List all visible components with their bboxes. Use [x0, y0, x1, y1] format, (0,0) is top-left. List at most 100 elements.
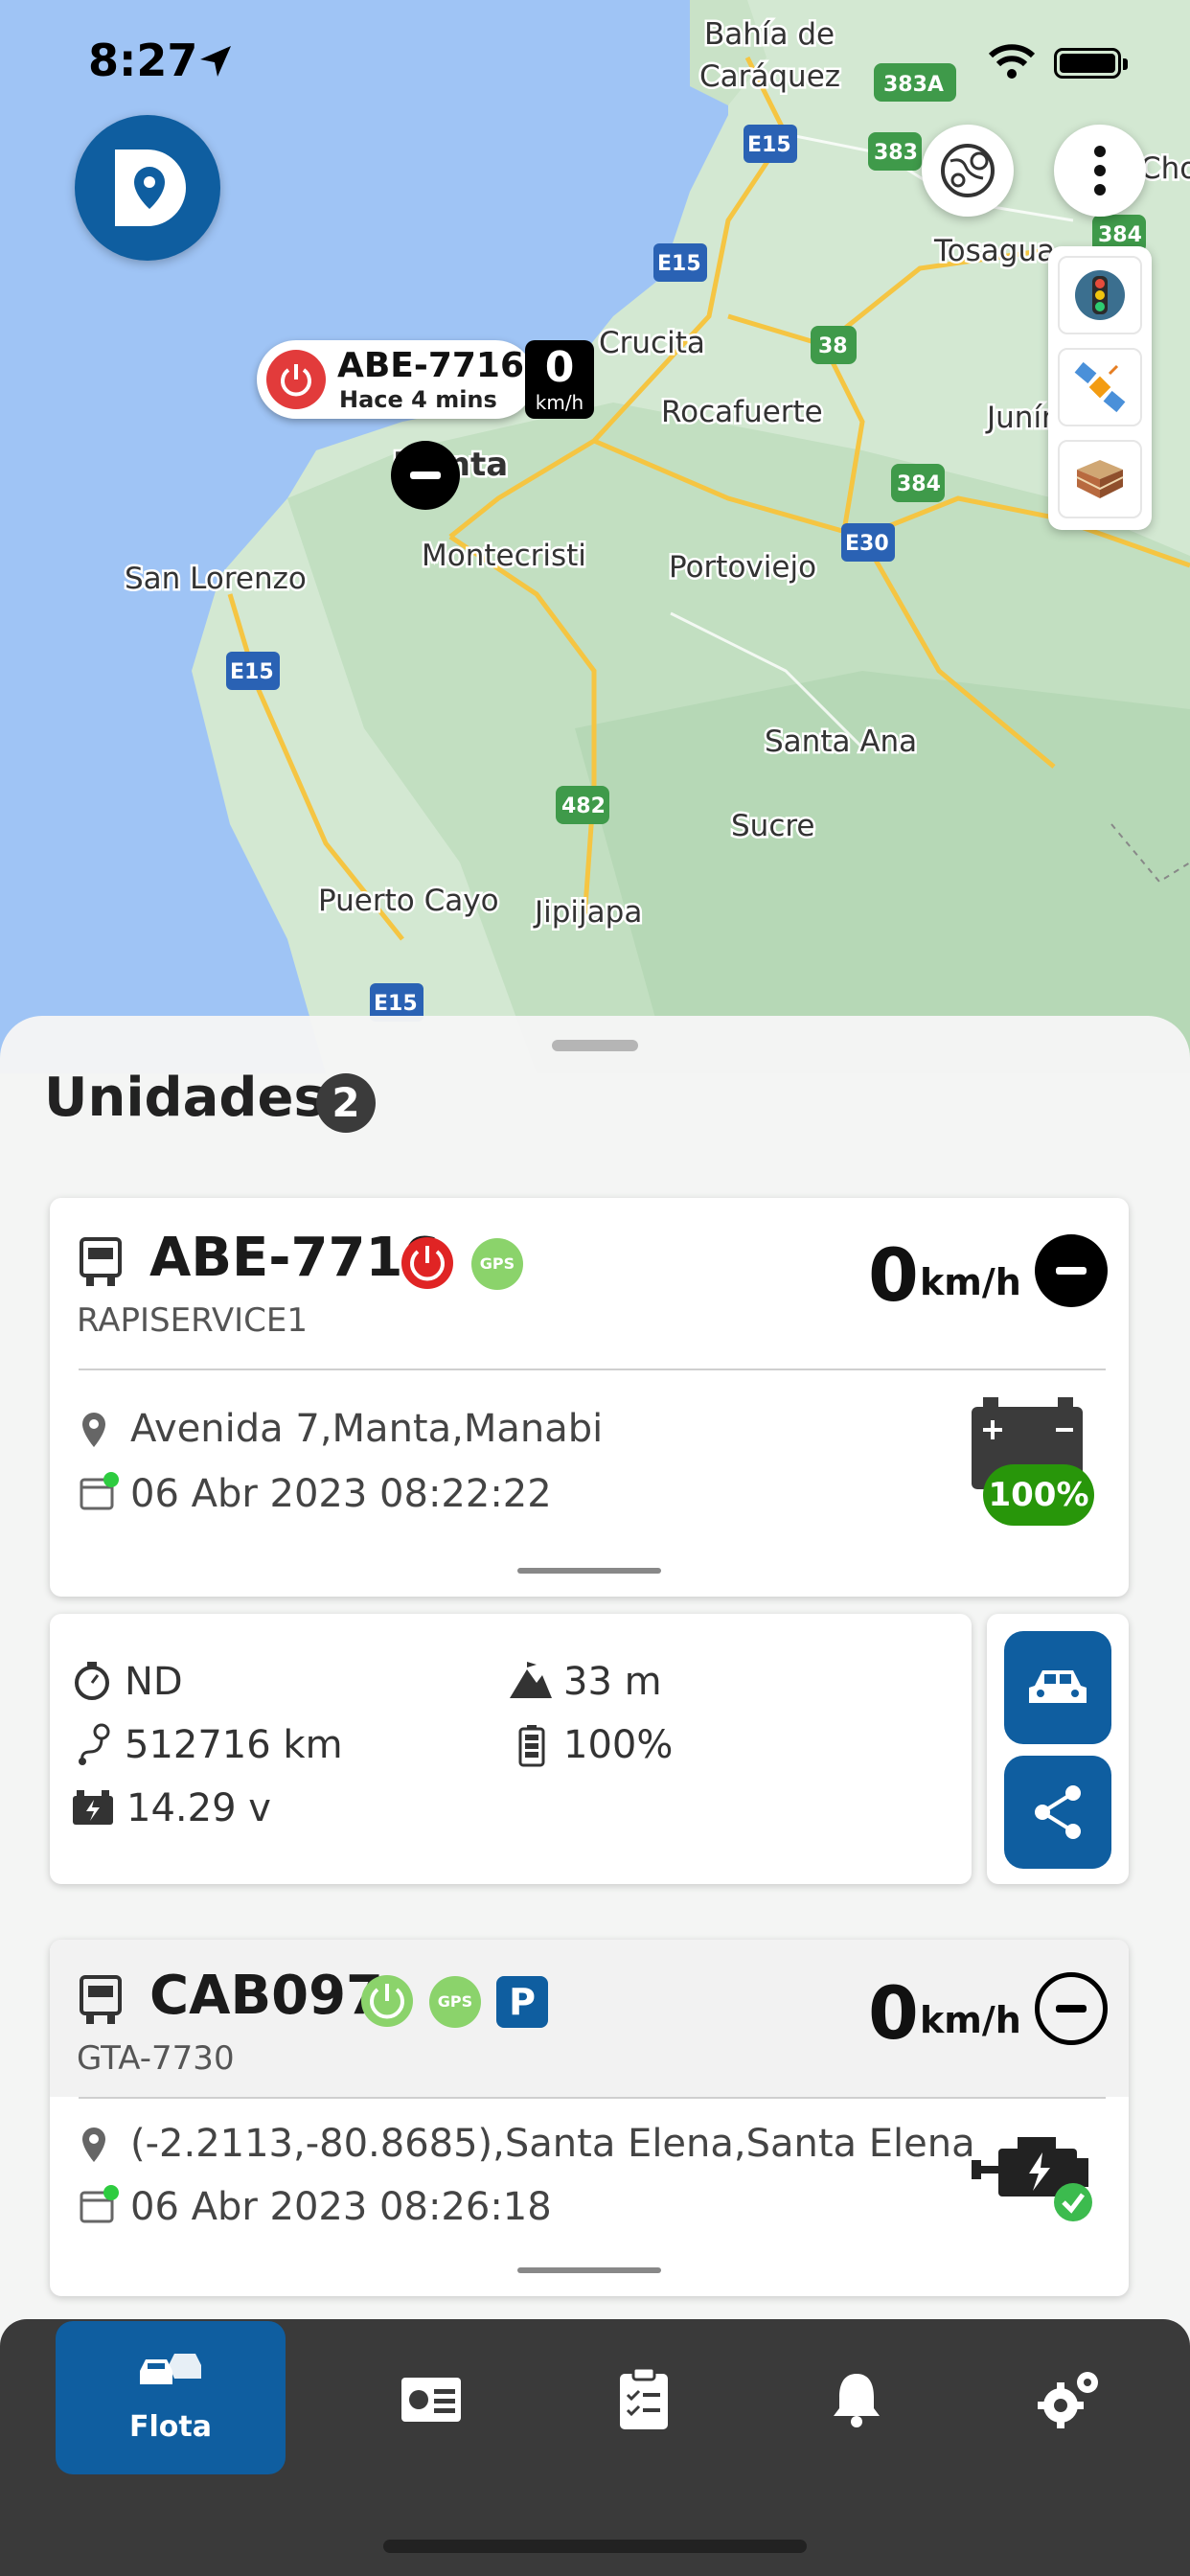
- svg-text:Rocafuerte: Rocafuerte: [661, 395, 823, 429]
- parking-badge: P: [496, 1976, 548, 2028]
- fleet-icon: [140, 2354, 201, 2384]
- tab-flota[interactable]: [56, 2321, 286, 2474]
- battery-value: 100%: [563, 1723, 674, 1767]
- globe-route-icon: [941, 144, 995, 197]
- gps-badge: GPS: [429, 1976, 481, 2028]
- svg-text:384: 384: [897, 472, 941, 496]
- unit-card-2[interactable]: CAB097 GPS P GTA-7730 0 km/h (-2.2113,-8…: [50, 1940, 1129, 2296]
- status-time: 8:27: [88, 34, 198, 86]
- gps-badge: GPS: [471, 1238, 523, 1290]
- svg-text:Chone: Chone: [1140, 151, 1190, 186]
- unit-address: (-2.2113,-80.8685),Santa Elena,Santa Ele…: [130, 2122, 975, 2166]
- battery-icon: [1054, 48, 1128, 79]
- marker-speed-unit: km/h: [535, 391, 584, 414]
- location-pin-icon: [82, 1413, 105, 1447]
- units-count-badge: 2: [316, 1073, 376, 1133]
- battery-level-icon: [518, 1725, 545, 1767]
- unit-name: RAPISERVICE1: [77, 1301, 309, 1340]
- svg-text:Sucre: Sucre: [731, 809, 815, 843]
- more-options-button[interactable]: [1054, 125, 1146, 217]
- svg-text:383: 383: [874, 141, 918, 165]
- svg-text:Jipijapa: Jipijapa: [533, 895, 642, 930]
- unit-details-card: ND 512716 km 14.29 v 33 m 100%: [50, 1614, 972, 1884]
- engine-status-icon: [972, 2137, 1092, 2221]
- share-location-button[interactable]: [1004, 1756, 1111, 1869]
- unit-card-1[interactable]: ABE-7716 GPS RAPISERVICE1 0 km/h Avenida…: [50, 1198, 1129, 1597]
- traffic-layer-button[interactable]: [1058, 256, 1142, 334]
- unit-name: GTA-7730: [77, 2039, 235, 2078]
- tab-notifications[interactable]: [790, 2319, 924, 2480]
- truck-icon: [80, 1975, 122, 2024]
- svg-text:Puerto Cayo: Puerto Cayo: [318, 884, 499, 918]
- unit-speed-unit: km/h: [920, 1999, 1021, 2041]
- unit-plate: ABE-7716: [149, 1227, 441, 1289]
- marker-plate: ABE-7716: [337, 346, 525, 385]
- app-logo[interactable]: [75, 115, 220, 261]
- card-divider: [79, 2097, 1106, 2099]
- tab-flota-label: Flota: [129, 2410, 212, 2444]
- odometer-value: ND: [125, 1660, 183, 1704]
- unit-speed: 0: [868, 1970, 919, 2056]
- vehicle-map-pin[interactable]: [391, 441, 460, 510]
- unit-plate: CAB097: [149, 1965, 384, 2027]
- vehicle-detail-button[interactable]: [1004, 1631, 1111, 1744]
- svg-text:E30: E30: [845, 532, 889, 556]
- card-expand-handle[interactable]: [517, 1568, 661, 1574]
- vehicle-marker-label[interactable]: ABE-7716 Hace 4 mins 0 km/h: [257, 340, 594, 419]
- map-layers-panel: [1048, 246, 1152, 530]
- satellite-layer-button[interactable]: [1058, 348, 1142, 426]
- sheet-grabber[interactable]: [552, 1040, 638, 1051]
- power-off-icon: [401, 1237, 453, 1289]
- svg-text:Portoviejo: Portoviejo: [669, 550, 816, 585]
- terrain-icon: [1076, 460, 1124, 498]
- svg-text:E15: E15: [747, 133, 791, 157]
- card-expand-handle[interactable]: [517, 2267, 661, 2273]
- bell-icon: [834, 2374, 880, 2427]
- unit-speed-unit: km/h: [920, 1261, 1021, 1303]
- collapse-unit-button[interactable]: [1035, 1972, 1108, 2045]
- unit-actions-card: [987, 1614, 1129, 1884]
- altitude-value: 33 m: [563, 1660, 662, 1704]
- wifi-icon: [988, 44, 1036, 79]
- svg-text:E15: E15: [374, 992, 418, 1016]
- more-vertical-icon: [1094, 146, 1106, 196]
- status-bar: 8:27: [0, 0, 1190, 125]
- battery-percent-badge: 100%: [983, 1464, 1094, 1526]
- power-on-icon: [361, 1975, 413, 2027]
- share-icon: [1035, 1785, 1081, 1839]
- svg-text:38: 38: [818, 334, 848, 358]
- svg-text:E15: E15: [657, 252, 701, 276]
- location-pin-icon: [82, 2128, 105, 2162]
- car-icon: [1029, 1670, 1087, 1703]
- stopwatch-icon: [75, 1662, 109, 1700]
- traffic-icon: [1075, 270, 1125, 320]
- settings-icon: [1038, 2372, 1098, 2428]
- card-divider: [79, 1368, 1106, 1370]
- tab-settings[interactable]: [1002, 2319, 1136, 2480]
- collapse-unit-button[interactable]: [1035, 1234, 1108, 1307]
- marker-last-update: Hace 4 mins: [339, 386, 497, 413]
- voltage-value: 14.29 v: [126, 1786, 271, 1830]
- tab-checklist[interactable]: [577, 2319, 711, 2480]
- tab-reports[interactable]: [364, 2319, 498, 2480]
- marker-speed-value: 0: [544, 343, 575, 392]
- terrain-layer-button[interactable]: [1058, 440, 1142, 518]
- logo-d-icon: [115, 150, 186, 226]
- location-arrow-icon: [200, 46, 231, 77]
- svg-text:384: 384: [1098, 223, 1142, 247]
- unit-address: Avenida 7,Manta,Manabi: [130, 1407, 604, 1451]
- altitude-mountain-icon: [510, 1662, 552, 1698]
- svg-text:Santa Ana: Santa Ana: [765, 724, 917, 759]
- calendar-icon: [80, 1472, 119, 1510]
- unit-datetime: 06 Abr 2023 08:22:22: [130, 1472, 552, 1516]
- reports-icon: [401, 2378, 461, 2422]
- checklist-icon: [620, 2368, 668, 2429]
- svg-text:San Lorenzo: San Lorenzo: [125, 562, 307, 596]
- svg-text:Tosagua: Tosagua: [933, 234, 1055, 268]
- power-off-icon: [266, 350, 326, 409]
- svg-text:E15: E15: [230, 660, 274, 684]
- unit-datetime: 06 Abr 2023 08:26:18: [130, 2185, 552, 2229]
- map-routes-button[interactable]: [922, 125, 1014, 217]
- route-distance-icon: [79, 1723, 110, 1765]
- sheet-title: Unidades: [44, 1067, 326, 1129]
